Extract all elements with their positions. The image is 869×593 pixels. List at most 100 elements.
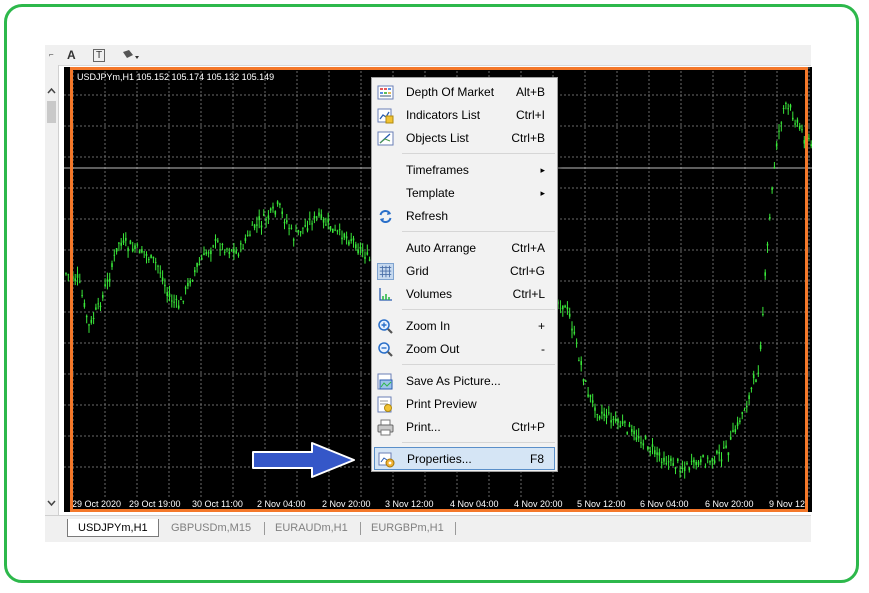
- candle-body: [212, 245, 214, 247]
- candle-body: [299, 231, 302, 233]
- candle-body: [626, 432, 628, 434]
- candle-body: [198, 264, 201, 266]
- candle-body: [780, 122, 783, 124]
- label-tool-button[interactable]: T: [93, 49, 106, 62]
- candle-body: [736, 422, 739, 426]
- candle-body: [154, 262, 157, 264]
- candle-body: [290, 227, 293, 229]
- time-axis-label: 6 Nov 20:00: [705, 499, 754, 509]
- pointer-arrow: [252, 442, 355, 478]
- candle-body: [693, 459, 695, 463]
- scroll-thumb[interactable]: [47, 101, 56, 123]
- menu-item-refresh[interactable]: Refresh: [374, 205, 555, 227]
- menu-item-zoom-in[interactable]: Zoom In +: [374, 315, 555, 337]
- candle-body: [95, 307, 97, 310]
- candle-body: [106, 279, 109, 282]
- candle-body: [644, 436, 647, 440]
- candle-body: [256, 224, 258, 226]
- candle-body: [83, 303, 86, 307]
- candle-body: [175, 298, 178, 300]
- tab-euraudm-h1[interactable]: EURAUDm,H1: [265, 519, 358, 537]
- scroll-up-icon[interactable]: [45, 85, 58, 97]
- candle-body: [244, 238, 247, 241]
- candle-body: [582, 379, 585, 382]
- candle-body: [345, 236, 348, 239]
- candle-body: [350, 239, 352, 241]
- candle-body: [67, 274, 70, 276]
- candle-body: [596, 414, 599, 415]
- candle-body: [778, 130, 780, 132]
- candle-body: [230, 249, 233, 251]
- candle-body: [773, 166, 776, 168]
- candle-body: [711, 458, 714, 462]
- candle-body: [311, 223, 313, 225]
- candle-body: [690, 460, 693, 462]
- candle-body: [332, 228, 334, 233]
- candle-body: [125, 237, 127, 241]
- candle-body: [364, 256, 366, 259]
- candle-body: [246, 234, 249, 236]
- menu-item-timeframes[interactable]: Timeframes ▸: [374, 159, 555, 181]
- menu-item-zoom-out[interactable]: Zoom Out -: [374, 338, 555, 360]
- candle-body: [792, 117, 794, 120]
- tab-eurgbpm-h1[interactable]: EURGBPm,H1: [361, 519, 454, 537]
- candle-body: [341, 237, 343, 240]
- candle-body: [81, 295, 83, 297]
- tab-usdjpym-h1[interactable]: USDJPYm,H1: [67, 519, 159, 537]
- candle-body: [97, 303, 99, 305]
- candle-body: [152, 256, 155, 259]
- candle-body: [357, 249, 359, 254]
- shapes-tool-button[interactable]: [121, 47, 145, 63]
- candle-body: [762, 314, 764, 315]
- candle-body: [191, 280, 194, 282]
- text-tool-button[interactable]: A: [67, 47, 76, 63]
- candle-body: [102, 295, 104, 298]
- candle-body: [281, 211, 283, 214]
- candle-body: [159, 272, 162, 274]
- candle-body: [743, 409, 746, 411]
- chart-header: USDJPYm,H1 105.152 105.174 105.132 105.1…: [77, 72, 275, 82]
- time-axis-label: 29 Oct 19:00: [129, 499, 181, 509]
- menu-separator: [402, 309, 555, 310]
- menu-item-print-preview[interactable]: Print Preview: [374, 393, 555, 415]
- tab-gbpusdm-m15[interactable]: GBPUSDm,M15: [161, 519, 261, 537]
- menu-item-save-as-picture[interactable]: Save As Picture...: [374, 370, 555, 392]
- candle-body: [757, 372, 760, 374]
- candle-body: [76, 274, 79, 278]
- print-icon: [377, 419, 394, 436]
- candle-body: [782, 108, 785, 109]
- candle-body: [709, 461, 711, 463]
- menu-separator: [402, 442, 555, 443]
- menu-item-grid[interactable]: Grid Ctrl+G: [374, 260, 555, 282]
- menu-item-auto-arrange[interactable]: Auto Arrange Ctrl+A: [374, 237, 555, 259]
- scroll-down-icon[interactable]: [45, 497, 58, 509]
- candle-body: [695, 462, 697, 465]
- candle-body: [320, 214, 323, 219]
- candle-body: [580, 361, 582, 365]
- candle-body: [279, 203, 281, 205]
- save-picture-icon: [377, 373, 393, 390]
- candle-body: [157, 265, 159, 267]
- candle-body: [755, 379, 757, 383]
- vertical-scrollbar[interactable]: [45, 65, 59, 515]
- candle-body: [122, 240, 125, 243]
- candle-body: [723, 447, 725, 449]
- menu-item-depth-of-market[interactable]: Depth Of Market Alt+B: [374, 81, 555, 103]
- menu-item-volumes[interactable]: Volumes Ctrl+L: [374, 283, 555, 305]
- menu-item-indicators-list[interactable]: Indicators List Ctrl+I: [374, 104, 555, 126]
- candle-body: [85, 315, 88, 318]
- menu-item-properties[interactable]: Properties... F8: [374, 447, 555, 470]
- menu-item-template[interactable]: Template ▸: [374, 182, 555, 204]
- candle-body: [679, 470, 681, 472]
- candle-body: [329, 226, 332, 230]
- candle-body: [276, 201, 279, 205]
- candle-body: [136, 244, 139, 246]
- candle-body: [610, 420, 612, 423]
- time-axis-label: 2 Nov 04:00: [257, 499, 306, 509]
- depth-of-market-icon: [377, 85, 394, 100]
- menu-item-print[interactable]: Print... Ctrl+P: [374, 416, 555, 438]
- chart-tabs: USDJPYm,H1 GBPUSDm,M15 EURAUDm,H1 EURGBP…: [45, 515, 811, 542]
- menu-item-objects-list[interactable]: Objects List Ctrl+B: [374, 127, 555, 149]
- candle-body: [640, 442, 642, 444]
- candle-body: [594, 407, 596, 411]
